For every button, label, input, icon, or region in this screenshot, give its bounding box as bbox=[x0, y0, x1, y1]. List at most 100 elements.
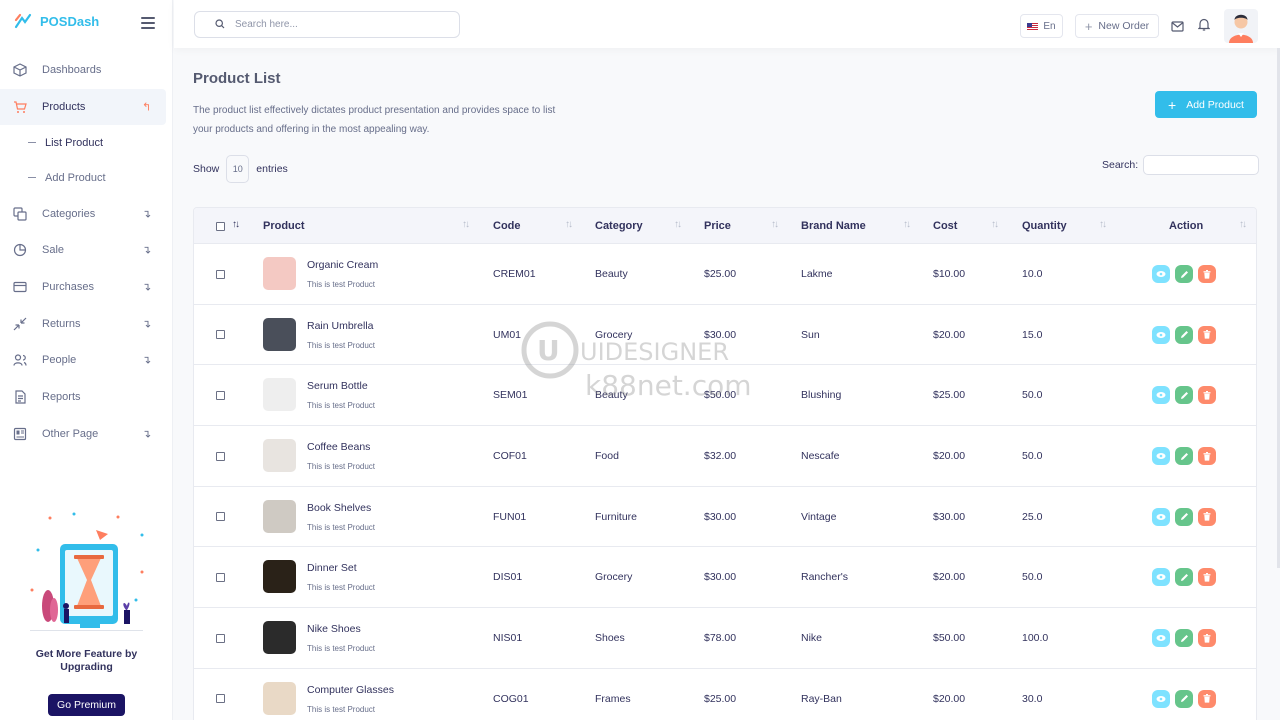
menu-toggle-icon[interactable] bbox=[141, 17, 155, 29]
sort-icon[interactable]: ↑↓ bbox=[1239, 219, 1247, 230]
row-checkbox[interactable] bbox=[216, 305, 225, 365]
edit-icon[interactable] bbox=[1175, 447, 1193, 466]
product-subtitle: This is test Product bbox=[307, 462, 376, 472]
select-all-checkbox[interactable] bbox=[216, 208, 225, 244]
trash-icon[interactable] bbox=[1198, 689, 1216, 708]
row-checkbox[interactable] bbox=[216, 244, 225, 304]
sidebar-item-dashboards[interactable]: Dashboards bbox=[0, 52, 173, 89]
column-header-price[interactable]: Price bbox=[704, 208, 731, 244]
edit-icon[interactable] bbox=[1175, 325, 1193, 344]
arrows-icon bbox=[12, 316, 28, 332]
logo-icon bbox=[14, 12, 32, 30]
sidebar-item-other-page[interactable]: Other Page ↴ bbox=[0, 416, 173, 453]
column-header-product[interactable]: Product bbox=[263, 208, 305, 244]
row-checkbox[interactable] bbox=[216, 608, 225, 668]
add-product-button[interactable]: + Add Product bbox=[1155, 91, 1257, 118]
table-body: Organic Cream This is test Product CREM01 B… bbox=[194, 244, 1256, 720]
sort-icon[interactable]: ↑↓ bbox=[462, 219, 470, 230]
sidebar-item-reports[interactable]: Reports bbox=[0, 379, 173, 416]
view-icon[interactable] bbox=[1152, 689, 1170, 708]
cell-code: DIS01 bbox=[493, 571, 523, 584]
table-search-input[interactable] bbox=[1143, 155, 1260, 175]
search-input[interactable]: Search here... bbox=[194, 11, 460, 38]
row-checkbox[interactable] bbox=[216, 426, 225, 486]
cell-quantity: 50.0 bbox=[1022, 450, 1043, 463]
cell-category: Grocery bbox=[595, 328, 633, 341]
edit-icon[interactable] bbox=[1175, 629, 1193, 648]
product-name[interactable]: Book Shelves bbox=[307, 502, 371, 514]
edit-icon[interactable] bbox=[1175, 689, 1193, 708]
new-order-button[interactable]: + New Order bbox=[1075, 14, 1159, 38]
row-checkbox[interactable] bbox=[216, 365, 225, 425]
cell-code: NIS01 bbox=[493, 632, 523, 645]
sort-icon[interactable]: ↑↓ bbox=[565, 219, 573, 230]
view-icon[interactable] bbox=[1152, 507, 1170, 526]
promo-text: Get More Feature by Upgrading bbox=[35, 648, 138, 673]
go-premium-button[interactable]: Go Premium bbox=[48, 694, 125, 716]
cell-brand: Sun bbox=[801, 328, 820, 341]
cell-cost: $10.00 bbox=[933, 268, 966, 280]
sidebar-item-returns[interactable]: Returns ↴ bbox=[0, 305, 173, 342]
trash-icon[interactable] bbox=[1198, 386, 1216, 405]
sort-icon[interactable]: ↑↓ bbox=[903, 219, 911, 230]
row-checkbox[interactable] bbox=[216, 669, 225, 720]
entries-label: entries bbox=[256, 163, 288, 175]
trash-icon[interactable] bbox=[1198, 507, 1216, 526]
column-header-cost[interactable]: Cost bbox=[933, 208, 957, 244]
sidebar-item-purchases[interactable]: Purchases ↴ bbox=[0, 269, 173, 306]
sidebar-item-sale[interactable]: Sale ↴ bbox=[0, 232, 173, 269]
product-name[interactable]: Nike Shoes bbox=[307, 623, 361, 635]
sort-icon[interactable]: ↑↓ bbox=[991, 219, 999, 230]
row-actions bbox=[1152, 386, 1216, 405]
sort-icon[interactable]: ↑↓ bbox=[232, 219, 240, 230]
sidebar-item-categories[interactable]: Categories ↴ bbox=[0, 195, 173, 232]
column-header-quantity[interactable]: Quantity bbox=[1022, 208, 1067, 244]
trash-icon[interactable] bbox=[1198, 629, 1216, 648]
column-header-brand[interactable]: Brand Name bbox=[801, 208, 866, 244]
view-icon[interactable] bbox=[1152, 629, 1170, 648]
bell-icon[interactable] bbox=[1197, 18, 1211, 36]
product-name[interactable]: Coffee Beans bbox=[307, 441, 370, 453]
sidebar-subitem-list-product[interactable]: List Product bbox=[0, 125, 173, 160]
sort-icon[interactable]: ↑↓ bbox=[771, 219, 779, 230]
product-name[interactable]: Rain Umbrella bbox=[307, 320, 374, 332]
view-icon[interactable] bbox=[1152, 568, 1170, 587]
sort-icon[interactable]: ↑↓ bbox=[674, 219, 682, 230]
language-selector[interactable]: En bbox=[1020, 14, 1063, 38]
row-checkbox[interactable] bbox=[216, 487, 225, 547]
view-icon[interactable] bbox=[1152, 386, 1170, 405]
edit-icon[interactable] bbox=[1175, 265, 1193, 283]
sort-icon[interactable]: ↑↓ bbox=[1099, 219, 1107, 230]
trash-icon[interactable] bbox=[1198, 265, 1216, 283]
trash-icon[interactable] bbox=[1198, 568, 1216, 587]
edit-icon[interactable] bbox=[1175, 386, 1193, 405]
sidebar-item-people[interactable]: People ↴ bbox=[0, 342, 173, 379]
view-icon[interactable] bbox=[1152, 447, 1170, 466]
sidebar-subitem-add-product[interactable]: Add Product bbox=[0, 160, 173, 195]
column-header-category[interactable]: Category bbox=[595, 208, 643, 244]
entries-select[interactable]: 10 bbox=[226, 155, 250, 183]
trash-icon[interactable] bbox=[1198, 447, 1216, 466]
product-name[interactable]: Serum Bottle bbox=[307, 380, 368, 392]
view-icon[interactable] bbox=[1152, 265, 1170, 283]
view-icon[interactable] bbox=[1152, 325, 1170, 344]
edit-icon[interactable] bbox=[1175, 568, 1193, 587]
sidebar-item-products[interactable]: Products ↰ bbox=[0, 88, 166, 126]
file-icon bbox=[12, 389, 28, 405]
chevron-down-icon: ↴ bbox=[142, 208, 152, 221]
brand-logo[interactable]: POSDash bbox=[14, 12, 99, 30]
cell-price: $30.00 bbox=[704, 510, 737, 523]
product-thumbnail bbox=[263, 621, 296, 655]
product-name[interactable]: Computer Glasses bbox=[307, 684, 394, 696]
product-subtitle: This is test Product bbox=[307, 280, 376, 289]
product-name[interactable]: Organic Cream bbox=[307, 259, 378, 271]
product-name[interactable]: Dinner Set bbox=[307, 562, 357, 574]
trash-icon[interactable] bbox=[1198, 325, 1216, 344]
add-product-label: Add Product bbox=[1186, 98, 1244, 111]
user-avatar[interactable] bbox=[1224, 9, 1258, 43]
sidebar-item-label: Dashboards bbox=[42, 64, 102, 77]
column-header-code[interactable]: Code bbox=[493, 208, 521, 244]
edit-icon[interactable] bbox=[1175, 507, 1193, 526]
mail-icon[interactable] bbox=[1171, 19, 1184, 37]
row-checkbox[interactable] bbox=[216, 547, 225, 607]
